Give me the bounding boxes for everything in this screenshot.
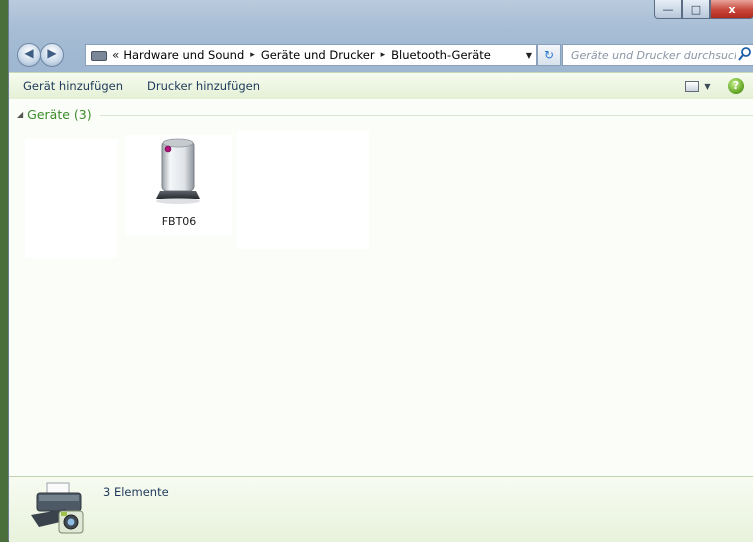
minimize-button[interactable]: — <box>654 0 682 19</box>
help-button[interactable]: ? <box>728 78 744 94</box>
explorer-window: — □ x ◀ ▶ « Hardware und Sound ▸ Geräte … <box>8 0 753 542</box>
search-icon[interactable] <box>737 46 753 62</box>
devices-printers-icon <box>90 48 108 62</box>
search-input[interactable] <box>569 46 738 64</box>
back-button[interactable]: ◀ <box>17 43 41 67</box>
device-label: FBT06 <box>161 215 197 228</box>
close-button[interactable]: x <box>710 0 753 19</box>
details-pane: 3 Elemente <box>9 476 753 542</box>
address-bar[interactable]: « Hardware und Sound ▸ Geräte und Drucke… <box>85 44 537 66</box>
add-printer-button[interactable]: Drucker hinzufügen <box>135 79 272 93</box>
breadcrumb-bluetooth-devices[interactable]: Bluetooth-Geräte <box>391 48 491 62</box>
change-view-button[interactable]: ▼ <box>682 77 714 95</box>
group-divider <box>99 115 753 116</box>
add-device-button[interactable]: Gerät hinzufügen <box>9 79 135 93</box>
address-dropdown-icon[interactable]: ▼ <box>526 51 532 60</box>
breadcrumb-separator[interactable]: ▸ <box>250 50 255 60</box>
bluetooth-device-icon <box>156 138 200 204</box>
forward-arrow-icon: ▶ <box>47 46 57 60</box>
breadcrumb-separator[interactable]: ▸ <box>381 50 386 60</box>
search-box <box>562 44 753 66</box>
overflow-chevron[interactable]: « <box>112 48 119 62</box>
maximize-button[interactable]: □ <box>682 0 710 19</box>
back-arrow-icon: ◀ <box>24 46 34 60</box>
view-icon <box>685 80 700 92</box>
item-count: 3 Elemente <box>103 485 169 499</box>
breadcrumb-devices-printers[interactable]: Geräte und Drucker <box>261 48 375 62</box>
refresh-button[interactable]: ↻ <box>537 44 561 66</box>
command-bar-right: ▼ ? <box>682 77 753 95</box>
devices-printers-icon <box>31 482 84 534</box>
group-header[interactable]: ◢ Geräte (3) <box>17 107 753 122</box>
group-title[interactable]: Geräte (3) <box>27 107 91 122</box>
view-dropdown-icon[interactable]: ▼ <box>704 82 710 91</box>
command-bar: Gerät hinzufügen Drucker hinzufügen ▼ ? <box>9 72 753 100</box>
device-tile-fbt06[interactable]: FBT06 <box>126 135 232 235</box>
content-pane: ◢ Geräte (3) FBT06 <box>9 99 753 476</box>
device-tile[interactable] <box>25 139 118 258</box>
breadcrumb-hardware-sound[interactable]: Hardware und Sound <box>123 48 244 62</box>
caption-buttons: — □ x <box>654 0 753 20</box>
forward-button[interactable]: ▶ <box>40 43 64 67</box>
device-tile[interactable] <box>237 131 369 249</box>
collapse-arrow-icon[interactable]: ◢ <box>17 110 23 119</box>
address-row: ◀ ▶ « Hardware und Sound ▸ Geräte und Dr… <box>9 42 753 68</box>
